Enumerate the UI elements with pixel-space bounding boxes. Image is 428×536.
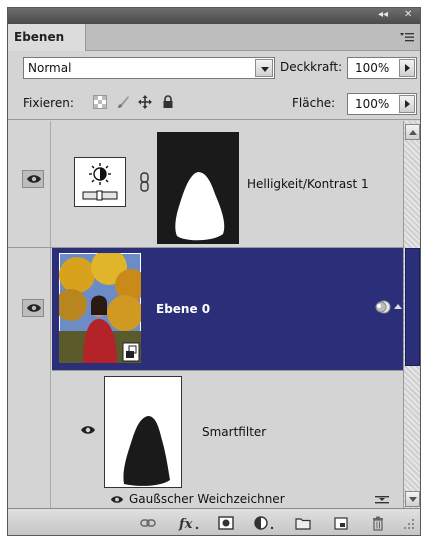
- opacity-label: Deckkraft:: [280, 60, 343, 74]
- collapse-button[interactable]: ◂◂: [378, 9, 388, 20]
- chain-link-icon[interactable]: [140, 172, 149, 192]
- opacity-value: 100%: [355, 61, 390, 75]
- lock-row: Fixieren: Fläche: 100%: [8, 88, 420, 120]
- scroll-up-button[interactable]: [405, 124, 420, 140]
- layer-name-adjustment[interactable]: Helligkeit/Kontrast 1: [247, 177, 369, 191]
- collapse-effects-icon[interactable]: [394, 304, 402, 309]
- layers-scrollbar[interactable]: [403, 121, 420, 508]
- layer-row-adjustment[interactable]: Helligkeit/Kontrast 1: [8, 121, 403, 248]
- blend-mode-select[interactable]: Normal: [23, 57, 275, 79]
- lock-pixels-brush-icon[interactable]: [116, 95, 130, 109]
- svg-text:fx: fx: [178, 517, 193, 531]
- eye-icon: [27, 304, 41, 312]
- scroll-thumb[interactable]: [405, 248, 420, 366]
- visibility-toggle[interactable]: [22, 299, 44, 317]
- close-button[interactable]: ✕: [404, 9, 412, 20]
- adjustment-icon[interactable]: [253, 515, 275, 531]
- layers-bottom-toolbar: fx: [8, 508, 420, 535]
- blend-row: Normal Deckkraft: 100%: [8, 52, 420, 86]
- layer-name-ebene-0[interactable]: Ebene 0: [156, 302, 210, 316]
- tab-row: Ebenen: [8, 24, 420, 51]
- fx-icon[interactable]: fx: [178, 515, 200, 531]
- layer-row-ebene-0[interactable]: Ebene 0: [52, 248, 403, 371]
- eye-icon[interactable]: [80, 425, 96, 435]
- visibility-toggle[interactable]: [22, 170, 44, 188]
- new-layer-icon[interactable]: [333, 515, 349, 531]
- filter-name-gaussian[interactable]: Gaußscher Weichzeichner: [129, 492, 285, 506]
- fill-slider-toggle[interactable]: [399, 95, 415, 113]
- smart-filter-icon[interactable]: [375, 299, 391, 315]
- filter-row-gaussian[interactable]: Gaußscher Weichzeichner: [52, 491, 403, 508]
- brightness-contrast-thumbnail-icon[interactable]: [74, 157, 126, 207]
- layer-row-smartfilter[interactable]: Smartfilter: [52, 371, 403, 491]
- mask-icon[interactable]: [218, 515, 234, 531]
- folder-icon[interactable]: [295, 515, 311, 531]
- fill-field[interactable]: 100%: [347, 93, 417, 115]
- smart-filter-mask-thumbnail[interactable]: [104, 376, 182, 488]
- layer-name-smartfilter[interactable]: Smartfilter: [202, 425, 266, 439]
- tab-ebenen[interactable]: Ebenen: [8, 24, 86, 51]
- layer-mask-thumbnail[interactable]: [157, 132, 239, 244]
- filter-blending-options-icon[interactable]: [374, 494, 390, 506]
- lock-all-icon[interactable]: [161, 95, 175, 109]
- opacity-slider-toggle[interactable]: [399, 59, 415, 77]
- photo-thumbnail[interactable]: [59, 253, 141, 363]
- resize-grip-icon[interactable]: [402, 515, 416, 531]
- blend-mode-value: Normal: [28, 61, 72, 75]
- layers-panel: ◂◂ ✕ Ebenen Normal Deckkraft: 100% Fixie…: [7, 7, 421, 536]
- panel-title-bar: ◂◂ ✕: [8, 8, 420, 24]
- trash-icon[interactable]: [370, 515, 386, 531]
- layers-list: Helligkeit/Kontrast 1 Ebene 0 Smartfilte…: [8, 121, 403, 508]
- panel-menu-icon[interactable]: [400, 32, 414, 42]
- lock-position-move-icon[interactable]: [138, 95, 152, 109]
- fill-label: Fläche:: [292, 96, 336, 110]
- chevron-down-icon[interactable]: [255, 59, 273, 77]
- opacity-field[interactable]: 100%: [347, 57, 417, 79]
- scroll-down-button[interactable]: [405, 491, 420, 507]
- fill-value: 100%: [355, 97, 390, 111]
- lock-transparency-icon[interactable]: [93, 95, 107, 109]
- lock-label: Fixieren:: [23, 96, 74, 110]
- link-icon[interactable]: [140, 515, 156, 531]
- eye-icon: [27, 175, 41, 183]
- eye-icon[interactable]: [110, 495, 124, 504]
